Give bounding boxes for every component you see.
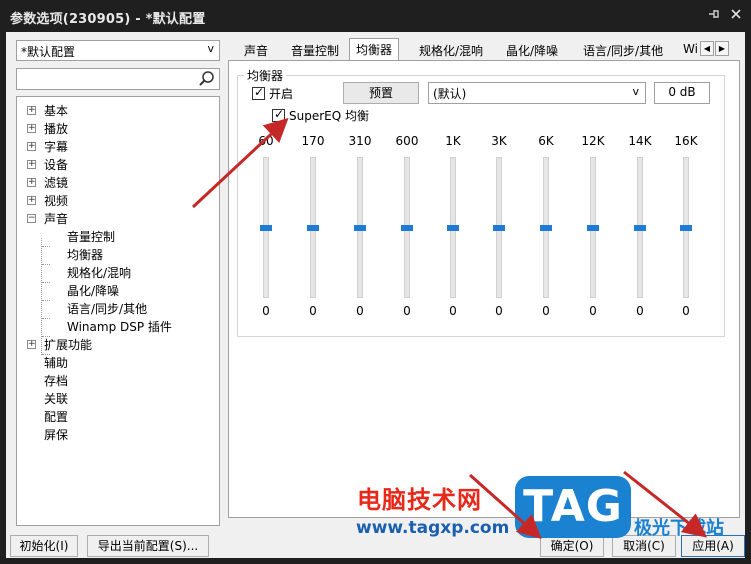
band-slider-thumb[interactable] <box>680 225 692 231</box>
tree-item-winamp[interactable]: Winamp DSP 插件 <box>67 318 172 336</box>
supereq-checkbox[interactable]: ✓ <box>272 107 285 122</box>
tree-item-language[interactable]: 语言/同步/其他 <box>67 300 147 318</box>
expand-icon[interactable]: + <box>27 340 36 349</box>
check-mark-icon: ✓ <box>274 107 285 121</box>
preset-button[interactable]: 预置 <box>343 82 419 104</box>
expand-icon[interactable]: + <box>27 106 36 115</box>
check-mark-icon: ✓ <box>254 85 265 99</box>
eq-preset-select-value: (默认) <box>433 87 467 101</box>
supereq-label: SuperEQ 均衡 <box>289 109 369 123</box>
watermark-logo: TAG <box>515 476 631 538</box>
band-freq-label: 3K <box>491 134 507 148</box>
expand-icon[interactable]: + <box>27 160 36 169</box>
band-value: 0 <box>636 304 644 318</box>
title-bar: 参数选项(230905) - *默认配置 <box>0 0 751 32</box>
tab-language[interactable]: 语言/同步/其他 <box>577 40 669 60</box>
pin-icon[interactable] <box>706 7 722 23</box>
preset-select[interactable]: *默认配置 v <box>16 40 220 61</box>
ok-button[interactable]: 确定(O) <box>540 535 604 557</box>
tree-branch-line <box>42 282 50 283</box>
band-freq-label: 16K <box>674 134 698 148</box>
collapse-icon[interactable]: − <box>27 214 36 223</box>
band-freq-label: 12K <box>581 134 605 148</box>
equalizer-group-title: 均衡器 <box>244 67 287 84</box>
expand-icon[interactable]: + <box>27 178 36 187</box>
tab-strip: 声音 音量控制 均衡器 规格化/混响 晶化/降噪 语言/同步/其他 Wi ◀ ▶ <box>230 38 740 61</box>
band-slider-thumb[interactable] <box>401 225 413 231</box>
search-icon[interactable] <box>198 70 216 88</box>
band-value: 0 <box>356 304 364 318</box>
band-value: 0 <box>262 304 270 318</box>
tab-crystalize[interactable]: 晶化/降噪 <box>500 40 564 60</box>
tab-audio[interactable]: 声音 <box>238 40 274 60</box>
watermark-site-name: 电脑技术网 <box>357 486 482 514</box>
search-input[interactable] <box>16 68 220 90</box>
expand-icon[interactable]: + <box>27 124 36 133</box>
gain-field[interactable]: 0 dB <box>654 82 710 104</box>
window-title: 参数选项(230905) - *默认配置 <box>10 12 206 27</box>
tree-branch-line <box>42 264 50 265</box>
eq-preset-select[interactable]: (默认) v <box>428 82 646 104</box>
export-config-button[interactable]: 导出当前配置(S)... <box>87 535 209 557</box>
band-slider-thumb[interactable] <box>260 225 272 231</box>
watermark-site-url: www.tagxp.com <box>356 518 510 538</box>
tab-normalize[interactable]: 规格化/混响 <box>413 40 489 60</box>
tab-scroll-left-icon[interactable]: ◀ <box>700 41 714 56</box>
band-slider-thumb[interactable] <box>634 225 646 231</box>
tab-equalizer[interactable]: 均衡器 <box>349 38 400 61</box>
tree-item-equalizer[interactable]: 均衡器 <box>67 246 103 264</box>
watermark-logo-sub: 极光下载站 <box>634 518 724 539</box>
band-freq-label: 6K <box>538 134 554 148</box>
enable-label: 开启 <box>269 87 294 101</box>
settings-tree: + 基本 + 播放 + 字幕 + 设备 + 滤镜 + 视频 − 声音 音量控制 均衡器 规格化… <box>16 96 220 526</box>
expand-icon[interactable]: + <box>27 196 36 205</box>
band-freq-label: 60 <box>258 134 274 148</box>
band-value: 0 <box>542 304 550 318</box>
tree-branch-line <box>42 300 50 301</box>
chevron-down-icon: v <box>632 85 639 98</box>
expand-icon[interactable]: + <box>27 142 36 151</box>
band-value: 0 <box>589 304 597 318</box>
band-slider-thumb[interactable] <box>307 225 319 231</box>
band-freq-label: 310 <box>348 134 372 148</box>
band-value: 0 <box>682 304 690 318</box>
band-value: 0 <box>449 304 457 318</box>
band-freq-label: 1K <box>445 134 461 148</box>
band-slider-thumb[interactable] <box>540 225 552 231</box>
band-value: 0 <box>495 304 503 318</box>
band-slider-thumb[interactable] <box>587 225 599 231</box>
tree-branch-line <box>42 246 50 247</box>
band-freq-label: 600 <box>395 134 419 148</box>
chevron-down-icon: v <box>207 42 214 55</box>
band-value: 0 <box>309 304 317 318</box>
tree-item-archive[interactable]: 存档 <box>44 372 68 390</box>
tree-item-assist[interactable]: 辅助 <box>44 354 68 372</box>
tree-item-normalize[interactable]: 规格化/混响 <box>67 264 131 282</box>
band-value: 0 <box>403 304 411 318</box>
tree-guide-line <box>41 238 42 355</box>
band-slider-thumb[interactable] <box>493 225 505 231</box>
tab-volume[interactable]: 音量控制 <box>285 40 345 60</box>
close-icon[interactable] <box>728 7 744 23</box>
band-freq-label: 14K <box>628 134 652 148</box>
band-freq-label: 170 <box>301 134 325 148</box>
band-slider-thumb[interactable] <box>354 225 366 231</box>
tab-scroll-right-icon[interactable]: ▶ <box>715 41 729 56</box>
enable-checkbox[interactable]: ✓ <box>252 85 265 100</box>
tree-item-crystalize[interactable]: 晶化/降噪 <box>67 282 119 300</box>
tree-branch-line <box>42 318 50 319</box>
tree-item-screensaver[interactable]: 屏保 <box>44 426 68 444</box>
init-button[interactable]: 初始化(I) <box>10 535 78 557</box>
band-slider-thumb[interactable] <box>447 225 459 231</box>
equalizer-panel: 均衡器 ✓ 开启 预置 (默认) v 0 dB ✓ SuperEQ 均衡 60 … <box>228 60 740 518</box>
tree-item-volume[interactable]: 音量控制 <box>67 228 115 246</box>
equalizer-group: 均衡器 ✓ 开启 预置 (默认) v 0 dB ✓ SuperEQ 均衡 60 … <box>237 67 725 337</box>
tree-item-association[interactable]: 关联 <box>44 390 68 408</box>
tree-item-config[interactable]: 配置 <box>44 408 68 426</box>
preset-select-value: *默认配置 <box>21 45 76 59</box>
